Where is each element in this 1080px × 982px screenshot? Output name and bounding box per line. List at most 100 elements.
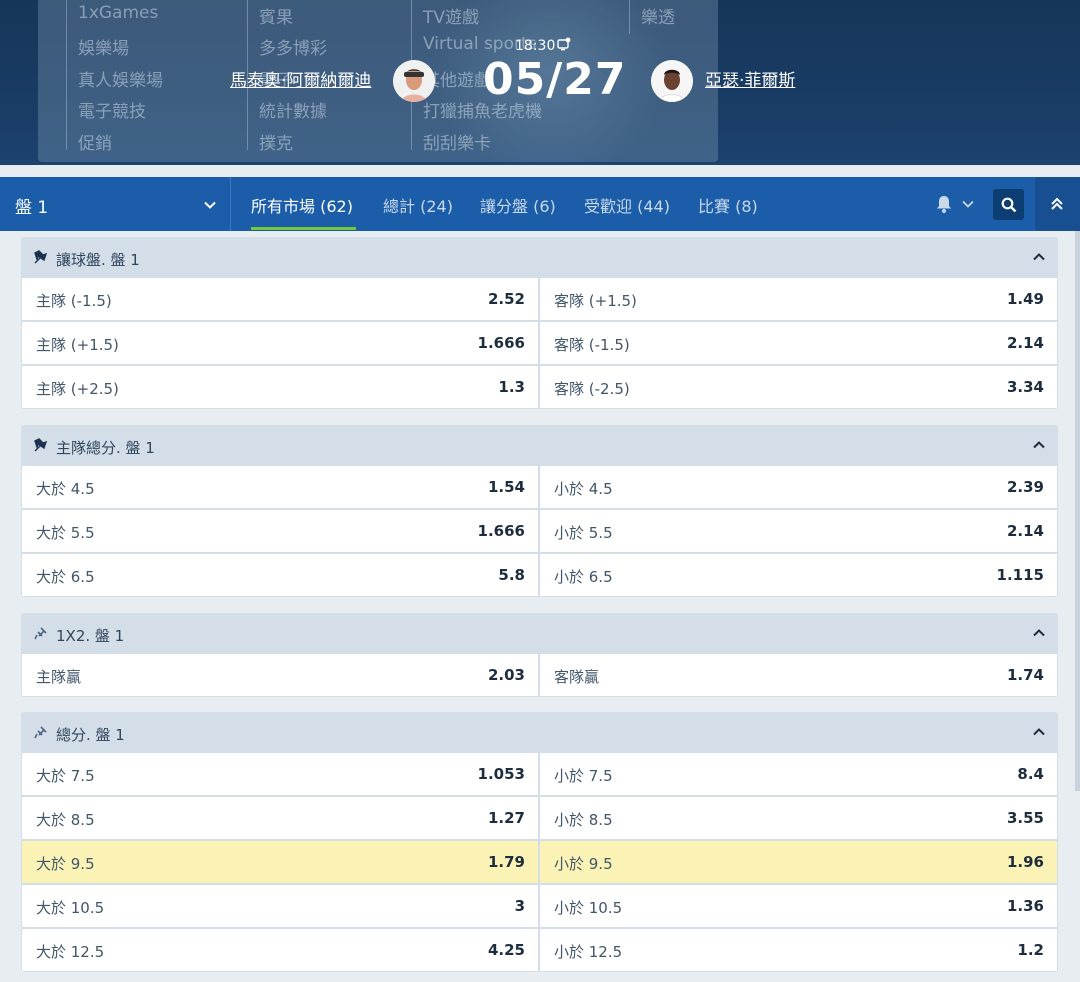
menu-item-scratch-cards[interactable]: 刮刮樂卡 [423,129,491,154]
odds-cell[interactable]: 大於 4.5 1.54 [22,466,538,508]
market-row: 大於 12.5 4.25 小於 12.5 1.2 [21,928,1058,972]
odds-value: 1.36 [1006,897,1044,915]
odds-value: 3 [514,897,525,915]
pin-icon[interactable] [33,249,49,265]
outcome-label: 大於 10.5 [36,899,105,917]
odds-cell[interactable]: 大於 5.5 1.666 [22,510,538,552]
odds-value: 1.3 [498,378,525,396]
odds-cell[interactable]: 主隊 (-1.5) 2.52 [22,278,538,320]
menu-item-casino[interactable]: 娛樂場 [78,34,129,59]
outcome-label: 客隊 (-1.5) [554,336,630,354]
tab-match[interactable]: 比賽 (8) [698,193,758,217]
chevron-up-icon[interactable] [1032,626,1046,640]
market-group-header[interactable]: 讓球盤. 盤 1 [21,237,1058,277]
odds-value: 4.25 [487,941,525,959]
menu-item-toto[interactable]: 多多博彩 [259,34,327,59]
outcome-label: 小於 6.5 [554,568,613,586]
market-group-title: 讓球盤. 盤 1 [56,251,140,269]
away-team-name[interactable]: 亞瑟·菲爾斯 [705,66,795,91]
chevron-up-icon[interactable] [1032,438,1046,452]
outcome-label: 小於 12.5 [554,943,623,961]
menu-item-bingo[interactable]: 賓果 [259,3,293,28]
match-time: 18:30 [515,38,556,54]
pin-icon[interactable] [33,437,49,453]
tab-handicap[interactable]: 讓分盤 (6) [480,193,556,217]
tv-icon[interactable] [557,37,571,51]
odds-cell[interactable]: 小於 9.5 1.96 [540,841,1057,883]
outcome-label: 客隊 (-2.5) [554,380,630,398]
market-group: 主隊總分. 盤 1 大於 4.5 1.54 小於 4.5 2.39 大於 5.5 1.… [21,425,1058,597]
odds-cell[interactable]: 客隊 (+1.5) 1.49 [540,278,1057,320]
odds-cell[interactable]: 小於 10.5 1.36 [540,885,1057,927]
odds-cell[interactable]: 小於 12.5 1.2 [540,929,1057,971]
market-row: 大於 10.5 3 小於 10.5 1.36 [21,884,1058,928]
pin-outline-icon[interactable] [33,724,49,740]
chevron-up-icon[interactable] [1032,250,1046,264]
odds-value: 2.14 [1006,522,1044,540]
odds-value: 8.4 [1017,765,1044,783]
menu-item-live-casino[interactable]: 真人娛樂場 [78,66,163,91]
market-row: 主隊贏 2.03 客隊贏 1.74 [21,653,1058,697]
outcome-label: 大於 4.5 [36,480,95,498]
menu-item-esports[interactable]: 電子競技 [78,97,146,122]
match-header: 1xGames 娛樂場 真人娛樂場 電子競技 促銷 賓果 多多博彩 電子 統計數… [0,0,1080,165]
odds-cell[interactable]: 大於 8.5 1.27 [22,797,538,839]
odds-cell[interactable]: 小於 5.5 2.14 [540,510,1057,552]
chevron-up-icon[interactable] [1032,725,1046,739]
chevron-down-icon[interactable] [961,197,975,211]
odds-cell[interactable]: 大於 12.5 4.25 [22,929,538,971]
home-player-avatar [393,60,435,102]
odds-cell[interactable]: 客隊 (-2.5) 3.34 [540,366,1057,408]
outcome-label: 主隊 (-1.5) [36,292,112,310]
bell-icon[interactable] [935,194,953,214]
odds-cell[interactable]: 大於 7.5 1.053 [22,753,538,795]
odds-value: 2.52 [487,290,525,308]
menu-item-poker[interactable]: 撲克 [259,129,293,154]
odds-value: 1.96 [1006,853,1044,871]
odds-cell[interactable]: 客隊 (-1.5) 2.14 [540,322,1057,364]
menu-item-tv-games[interactable]: TV遊戲 [423,3,479,28]
period-select-label: 盤 1 [15,198,49,218]
odds-value: 1.666 [477,522,525,540]
search-button[interactable] [993,189,1024,220]
home-team-name[interactable]: 馬泰奧·阿爾納爾迪 [230,66,371,91]
odds-cell[interactable]: 主隊 (+2.5) 1.3 [22,366,538,408]
odds-value: 1.2 [1017,941,1044,959]
market-filter-bar: 盤 1 所有市場 (62) 總計 (24) 讓分盤 (6) 受歡迎 (44) 比… [0,177,1080,231]
outcome-label: 小於 9.5 [554,855,613,873]
outcome-label: 主隊贏 [36,668,82,686]
scrollbar[interactable] [1075,231,1080,791]
market-group-header[interactable]: 1X2. 盤 1 [21,613,1058,653]
odds-cell[interactable]: 客隊贏 1.74 [540,654,1057,696]
outcome-label: 主隊 (+1.5) [36,336,119,354]
menu-item-1xgames[interactable]: 1xGames [78,3,158,23]
menu-column: 樂透 [629,0,675,34]
odds-cell[interactable]: 主隊贏 2.03 [22,654,538,696]
collapse-button[interactable] [1035,177,1080,231]
odds-cell[interactable]: 小於 4.5 2.39 [540,466,1057,508]
odds-cell[interactable]: 主隊 (+1.5) 1.666 [22,322,538,364]
odds-cell[interactable]: 大於 10.5 3 [22,885,538,927]
market-group-header[interactable]: 主隊總分. 盤 1 [21,425,1058,465]
menu-item-lottery[interactable]: 樂透 [641,3,675,28]
menu-item-promotions[interactable]: 促銷 [78,129,112,154]
odds-value: 5.8 [498,566,525,584]
period-select[interactable]: 盤 1 [0,177,231,231]
pin-outline-icon[interactable] [33,625,49,641]
outcome-label: 小於 10.5 [554,899,623,917]
market-group-header[interactable]: 總分. 盤 1 [21,712,1058,752]
tab-totals[interactable]: 總計 (24) [383,193,453,217]
tab-all-markets[interactable]: 所有市場 (62) [251,193,353,217]
odds-cell[interactable]: 小於 6.5 1.115 [540,554,1057,596]
odds-cell[interactable]: 大於 6.5 5.8 [22,554,538,596]
odds-value: 1.49 [1006,290,1044,308]
tab-popular[interactable]: 受歡迎 (44) [584,193,670,217]
market-group-title: 總分. 盤 1 [56,726,125,744]
odds-cell[interactable]: 大於 9.5 1.79 [22,841,538,883]
outcome-label: 大於 6.5 [36,568,95,586]
odds-value: 2.14 [1006,334,1044,352]
market-group: 1X2. 盤 1 主隊贏 2.03 客隊贏 1.74 [21,613,1058,697]
odds-cell[interactable]: 小於 7.5 8.4 [540,753,1057,795]
menu-item-statistics[interactable]: 統計數據 [259,97,327,122]
odds-cell[interactable]: 小於 8.5 3.55 [540,797,1057,839]
